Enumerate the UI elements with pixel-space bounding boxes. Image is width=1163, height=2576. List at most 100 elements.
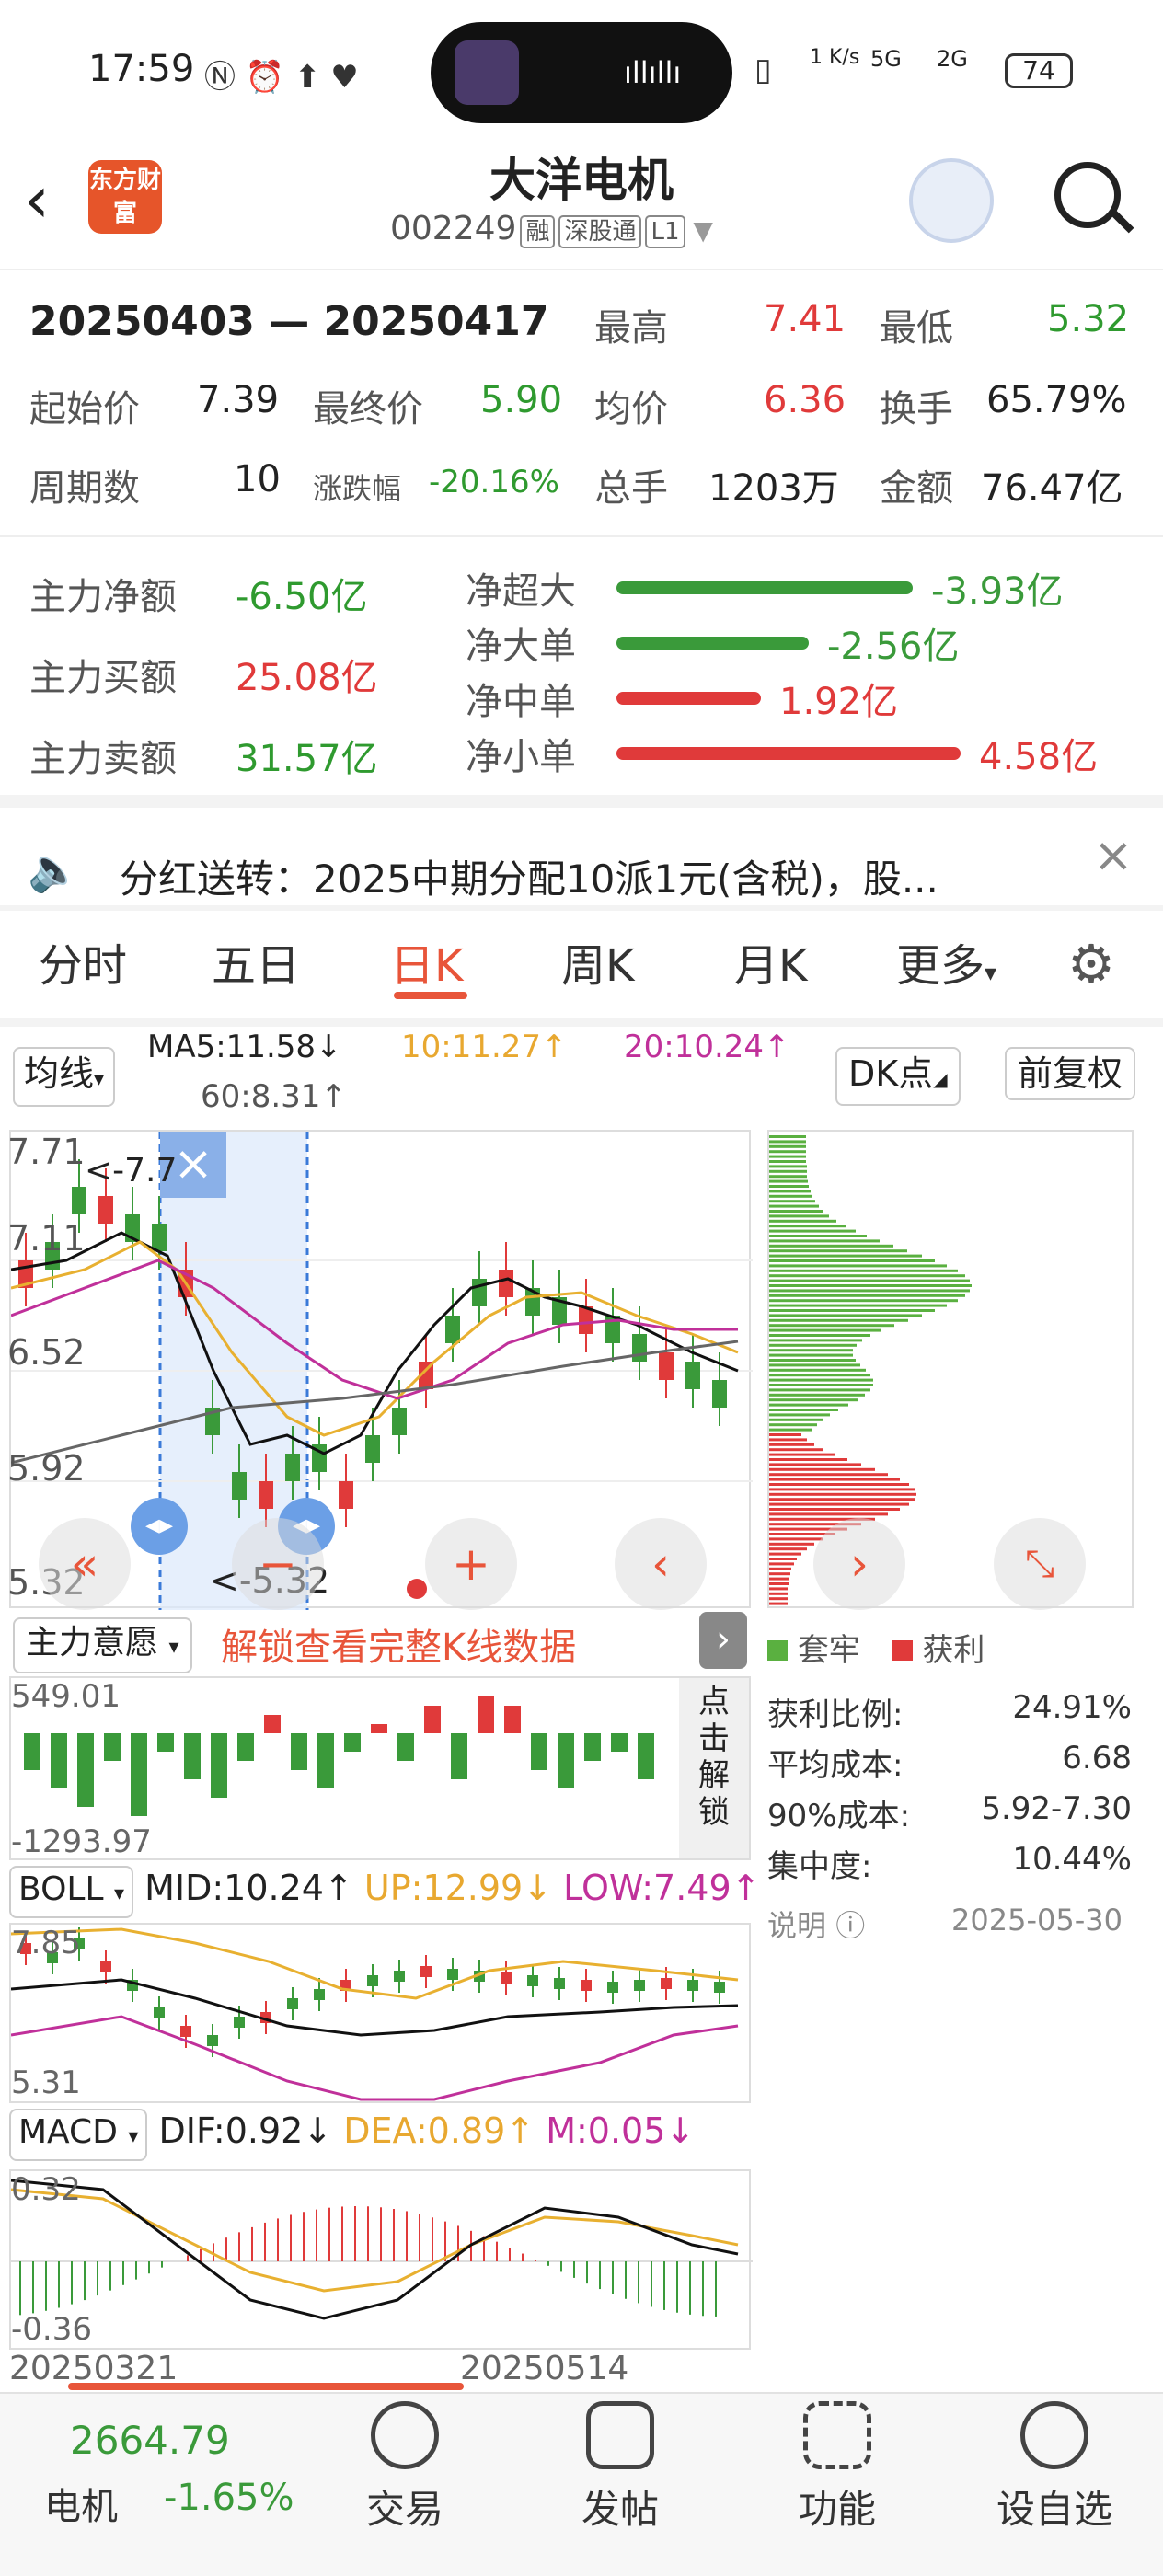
chip-bar xyxy=(769,1443,814,1446)
candle xyxy=(685,1362,700,1389)
expand-right-icon[interactable]: › xyxy=(699,1612,747,1669)
step-left-icon[interactable]: ‹ xyxy=(615,1518,707,1610)
candle xyxy=(499,1270,513,1297)
ma-selector[interactable]: 均线▾ xyxy=(13,1047,116,1107)
audio-wave-icon: ıllıllı xyxy=(624,55,682,90)
candle xyxy=(712,1380,727,1408)
kline-chart[interactable]: × 7.71 7.11 6.52 5.92 5.32 <-7.7 <-5.32 … xyxy=(7,1130,753,1610)
chip-bar xyxy=(769,1343,857,1347)
avg-label: 均价 xyxy=(594,388,668,431)
boll-chart[interactable]: 7.85 5.31 xyxy=(9,1923,751,2103)
mf-bar xyxy=(371,1724,387,1733)
index-value[interactable]: 2664.79 xyxy=(70,2418,230,2463)
chip-bar xyxy=(769,1587,788,1591)
tab-daily-k[interactable]: 日K xyxy=(390,929,463,994)
chip-stat-value-3: 10.44% xyxy=(1012,1841,1132,1878)
chip-bar xyxy=(769,1259,935,1262)
range-handle-left[interactable]: ◂▸ xyxy=(131,1498,188,1555)
main-force-selector[interactable]: 主力意愿 ▾ xyxy=(13,1617,192,1673)
change-value: -20.16% xyxy=(429,464,559,500)
close-icon[interactable]: × xyxy=(1093,828,1134,883)
tab-five-day[interactable]: 五日 xyxy=(212,929,300,994)
mf-bar xyxy=(504,1706,521,1733)
chip-bar xyxy=(769,1190,811,1193)
mf-bar xyxy=(344,1733,361,1752)
tab-weekly-k[interactable]: 周K xyxy=(561,929,634,994)
amount-value: 76.47亿 xyxy=(981,467,1123,510)
macd-chart[interactable]: 0.32 -0.36 xyxy=(9,2169,753,2350)
chip-bar xyxy=(769,1562,794,1566)
chip-bar xyxy=(769,1537,823,1541)
fullscreen-icon[interactable]: ⤡ xyxy=(994,1518,1086,1610)
chip-step-icon[interactable]: › xyxy=(813,1518,905,1610)
main-force-chart[interactable]: 549.01 -1293.97 点击解锁 xyxy=(9,1676,751,1860)
main-sell-label: 主力卖额 xyxy=(29,738,177,780)
chip-bar xyxy=(769,1165,807,1168)
macd-selector[interactable]: MACD ▾ xyxy=(9,2109,148,2161)
settings-gear-icon[interactable]: ⚙ xyxy=(1067,933,1115,995)
chip-bar xyxy=(769,1194,812,1198)
boll-candle xyxy=(234,2017,245,2028)
dk-point-button[interactable]: DK点◢ xyxy=(835,1047,961,1106)
nav-post[interactable]: 发帖 xyxy=(572,2401,668,2535)
chip-bar xyxy=(769,1289,970,1293)
chip-bar xyxy=(769,1249,907,1253)
nav-trade[interactable]: 交易 xyxy=(357,2401,453,2535)
unlock-kline-link[interactable]: 解锁查看完整K线数据 xyxy=(221,1617,576,1671)
chip-bar xyxy=(769,1488,915,1491)
macd-y-bottom: -0.36 xyxy=(11,2311,92,2348)
zoom-in-icon[interactable]: + xyxy=(425,1518,517,1610)
chip-bar xyxy=(769,1185,809,1188)
tag-connect: 深股通 xyxy=(558,215,642,248)
chip-note[interactable]: 说明 ⓘ xyxy=(767,1903,865,1945)
adjust-price-button[interactable]: 前复权 xyxy=(1005,1047,1136,1100)
flow-bar-0 xyxy=(616,581,913,594)
chip-bar xyxy=(769,1473,888,1477)
amount-label: 金额 xyxy=(880,467,953,510)
boll-candle xyxy=(154,2007,165,2018)
index-change[interactable]: -1.65% xyxy=(164,2477,294,2519)
tab-monthly-k[interactable]: 月K xyxy=(734,929,807,994)
chip-bar xyxy=(769,1279,970,1282)
main-buy-value: 25.08亿 xyxy=(236,657,378,699)
zoom-out-icon[interactable]: − xyxy=(232,1518,324,1610)
flow-label-0: 净超大 xyxy=(466,570,576,613)
chip-bar xyxy=(769,1413,830,1417)
chip-bar xyxy=(769,1453,835,1456)
unlock-side-button[interactable]: 点击解锁 xyxy=(679,1678,749,1858)
dividend-notice[interactable]: 分红送转：2025中期分配10派1元(含税)，股... xyxy=(120,848,938,904)
chip-bar xyxy=(769,1368,866,1372)
chip-bar xyxy=(769,1492,916,1496)
event-dot[interactable] xyxy=(407,1579,427,1599)
tab-more[interactable]: 更多▾ xyxy=(896,929,996,994)
chip-distribution-chart[interactable]: › ⤡ xyxy=(767,1130,1134,1610)
date-axis[interactable]: 20250321 20250514 xyxy=(9,2352,751,2392)
flow-label-1: 净大单 xyxy=(466,626,576,668)
nav-functions[interactable]: 功能 xyxy=(789,2401,885,2535)
chip-bar xyxy=(769,1179,808,1183)
mf-bar xyxy=(451,1733,467,1779)
flow-bar-3 xyxy=(616,747,961,760)
mf-bar xyxy=(51,1733,67,1788)
y-label-3: 6.52 xyxy=(7,1332,86,1373)
candle xyxy=(72,1187,86,1214)
chip-date: 2025-05-30 xyxy=(951,1903,1123,1938)
tab-intraday[interactable]: 分时 xyxy=(39,929,127,994)
main-sell-value: 31.57亿 xyxy=(236,738,378,780)
index-name[interactable]: 电机 xyxy=(44,2477,118,2530)
scroll-indicator[interactable] xyxy=(68,2383,464,2390)
chip-bar xyxy=(769,1409,838,1411)
stock-code-row[interactable]: 002249 融深股通 L1 ▼ xyxy=(390,210,713,248)
periods-value: 10 xyxy=(234,458,281,500)
chip-stat-value-2: 5.92-7.30 xyxy=(981,1790,1132,1827)
chip-bar xyxy=(769,1324,894,1328)
scroll-left-icon[interactable]: « xyxy=(39,1518,131,1610)
chip-bar xyxy=(769,1547,807,1551)
boll-selector[interactable]: BOLL ▾ xyxy=(9,1866,134,1918)
nav-watchlist[interactable]: 设自选 xyxy=(988,2401,1121,2535)
robot-assistant-icon[interactable] xyxy=(909,158,994,243)
status-notification-icons: Ⓝ ⏰ ⬆ ♥ xyxy=(204,59,359,96)
boll-candle xyxy=(581,1980,592,1991)
mf-bar xyxy=(558,1733,574,1788)
search-icon[interactable] xyxy=(1054,162,1121,228)
